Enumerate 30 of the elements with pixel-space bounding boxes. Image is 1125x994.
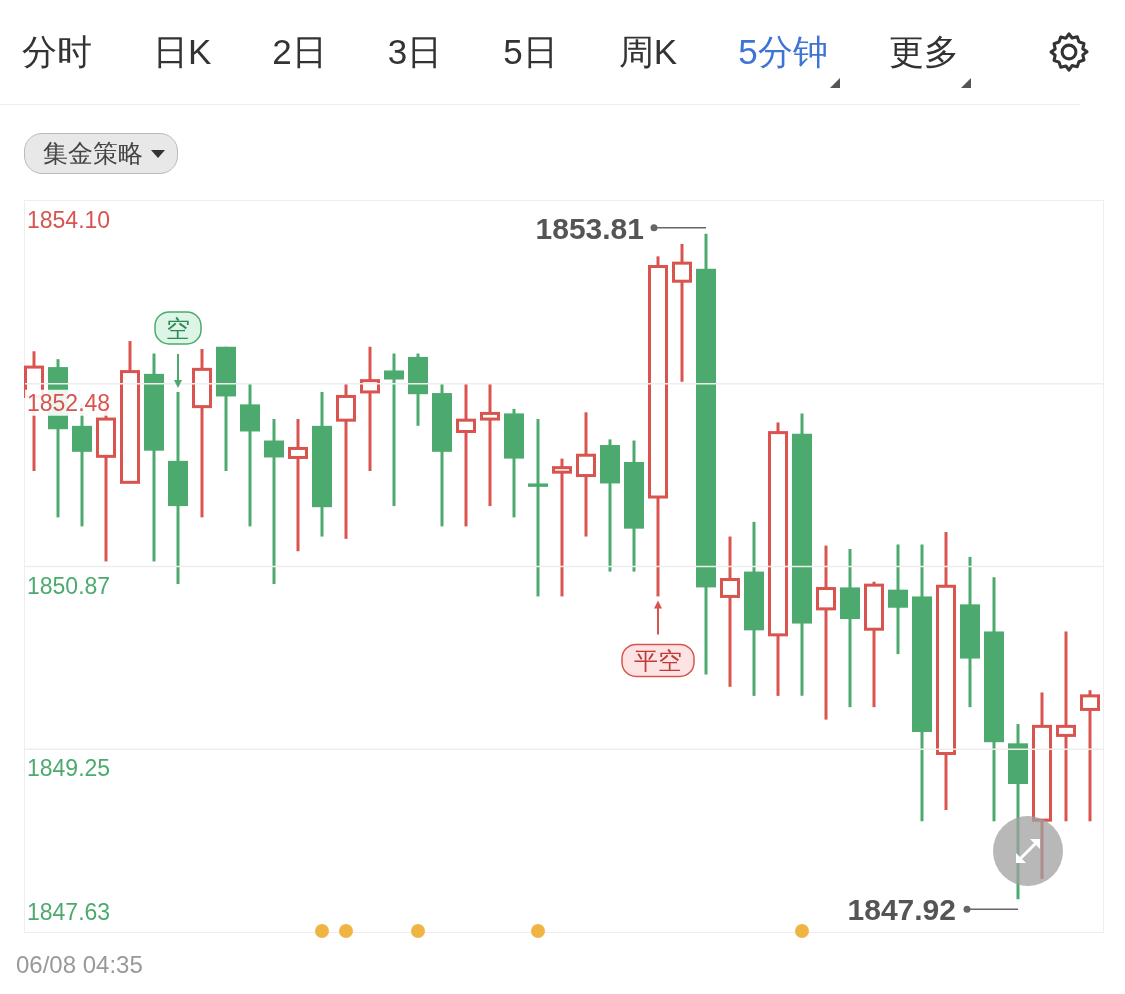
period-tab[interactable]: 2日 [272,28,333,76]
high-price-label: 1853.81 [535,211,644,245]
price-axis-label: 1852.48 [27,389,111,416]
high-price-marker [650,224,707,232]
down-arrow-icon [174,352,182,388]
period-tab[interactable]: 分时 [22,28,98,76]
cover-signal-tag: 平空 [621,643,695,678]
period-tab[interactable]: 日K [153,28,218,76]
low-price-label: 1847.92 [847,893,956,927]
strategy-dropdown[interactable]: 集金策略 [24,133,178,174]
period-tab[interactable]: 5分钟 [738,28,834,76]
up-arrow-icon [654,600,662,636]
event-dot[interactable] [315,924,329,938]
price-axis-label: 1850.87 [27,572,111,599]
caret-down-icon [151,148,165,159]
event-dot[interactable] [531,924,545,938]
period-tab[interactable]: 5日 [503,28,564,76]
event-dot[interactable] [339,924,353,938]
period-tab[interactable]: 周K [618,28,684,76]
sell-signal-tag: 空 [154,311,202,345]
price-axis-label: 1847.63 [27,899,111,925]
timestamp: 06/08 04:35 [16,951,144,979]
fullscreen-button[interactable] [993,816,1063,886]
period-tab[interactable]: 更多 [888,28,965,76]
low-price-marker [963,905,1019,913]
period-tab[interactable]: 3日 [387,28,449,76]
event-dot[interactable] [411,924,425,938]
price-axis-label: 1849.25 [27,755,111,782]
price-axis-label: 1854.10 [27,207,111,233]
event-dot[interactable] [795,924,809,938]
